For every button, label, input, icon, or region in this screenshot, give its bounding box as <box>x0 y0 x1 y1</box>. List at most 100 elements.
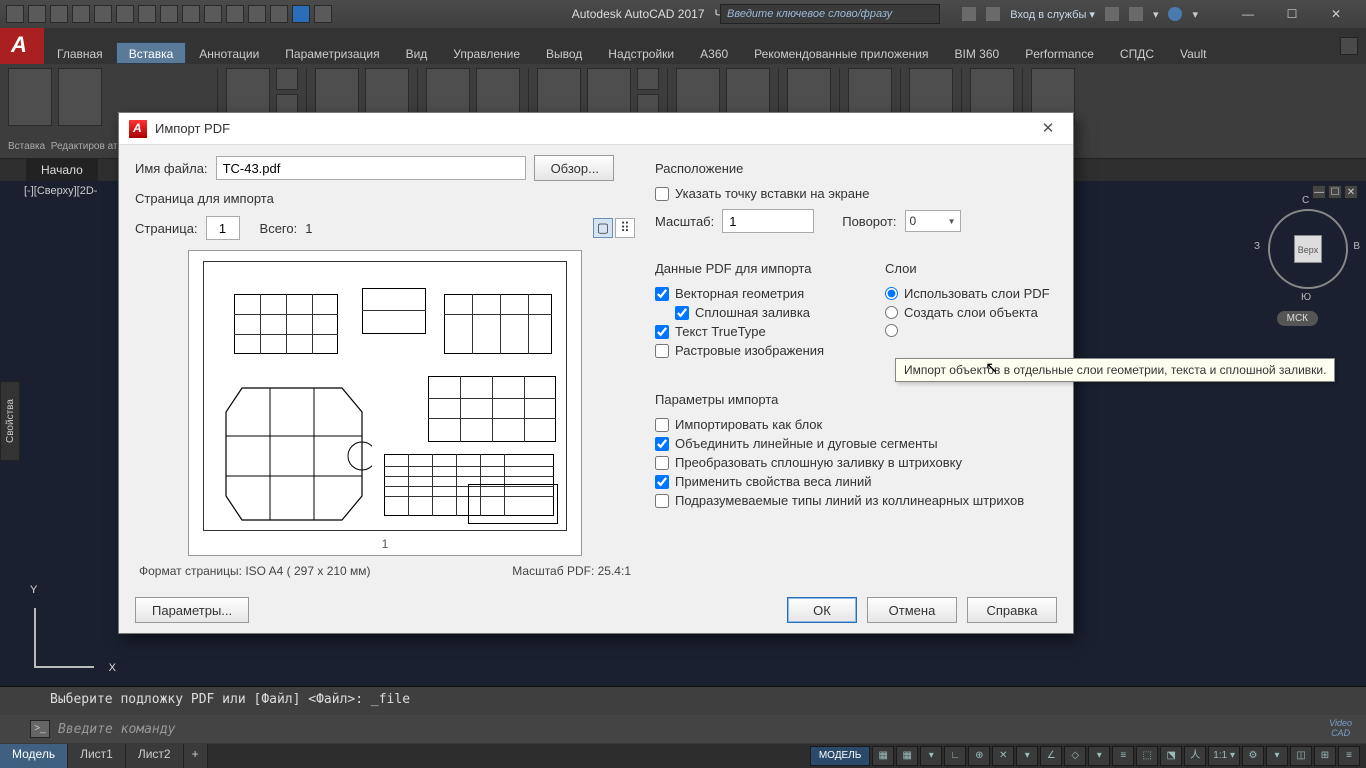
qat-icon[interactable] <box>160 5 178 23</box>
ribbon-tab[interactable]: Рекомендованные приложения <box>741 42 941 64</box>
properties-palette-tab[interactable]: Свойства <box>0 381 20 461</box>
raster-images-checkbox[interactable] <box>655 344 669 358</box>
qat-saveas-icon[interactable] <box>72 5 90 23</box>
ribbon-tab[interactable]: A360 <box>687 42 741 64</box>
status-icon[interactable]: ▾ <box>1266 746 1288 766</box>
qat-icon[interactable] <box>204 5 222 23</box>
command-input-placeholder[interactable]: Введите команду <box>58 722 175 737</box>
apply-lineweight-checkbox[interactable] <box>655 475 669 489</box>
status-icon[interactable]: ▾ <box>1016 746 1038 766</box>
ucs-button[interactable]: МСК <box>1277 311 1318 326</box>
qat-icon[interactable] <box>314 5 332 23</box>
help-search-input[interactable]: Введите ключевое слово/фразу <box>720 4 940 24</box>
join-segments-checkbox[interactable] <box>655 437 669 451</box>
status-icon[interactable]: ✕ <box>992 746 1014 766</box>
viewcube-west[interactable]: З <box>1254 241 1260 252</box>
qat-redo-icon[interactable] <box>138 5 156 23</box>
page-preview[interactable]: 1 <box>188 250 582 556</box>
viewcube-east[interactable]: В <box>1353 241 1360 252</box>
status-icon[interactable]: ▾ <box>1088 746 1110 766</box>
qat-icon[interactable] <box>182 5 200 23</box>
window-maximize-button[interactable]: ☐ <box>1270 4 1314 24</box>
ribbon-tab[interactable]: Надстройки <box>595 42 687 64</box>
status-icon[interactable]: ⊞ <box>1314 746 1336 766</box>
command-input-row[interactable]: >_ Введите команду <box>0 715 1366 743</box>
ribbon-tab[interactable]: Главная <box>44 42 116 64</box>
status-gear-icon[interactable]: ⚙ <box>1242 746 1264 766</box>
a360-cloud-icon[interactable] <box>1129 7 1143 21</box>
status-ortho-icon[interactable]: ∟ <box>944 746 966 766</box>
ribbon-tab[interactable]: Vault <box>1167 42 1219 64</box>
qat-icon[interactable] <box>248 5 266 23</box>
viewcube-north[interactable]: С <box>1302 195 1309 206</box>
use-pdf-layers-radio[interactable] <box>885 287 898 300</box>
status-osnap-icon[interactable]: ∠ <box>1040 746 1062 766</box>
status-menu-icon[interactable]: ≡ <box>1338 746 1360 766</box>
help-button[interactable]: Справка <box>967 597 1057 623</box>
window-minimize-button[interactable]: — <box>1226 4 1270 24</box>
browse-button[interactable]: Обзор... <box>534 155 614 181</box>
ribbon-edit-attrib-icon[interactable] <box>58 68 102 126</box>
ribbon-minimize-icon[interactable] <box>1340 37 1358 55</box>
ribbon-tab[interactable]: Параметризация <box>272 42 392 64</box>
exchange-icon[interactable] <box>1105 7 1119 21</box>
scale-input[interactable] <box>722 209 814 233</box>
layout-tab-model[interactable]: Модель <box>0 744 68 768</box>
qat-plot-icon[interactable] <box>94 5 112 23</box>
status-model-button[interactable]: МОДЕЛЬ <box>810 746 870 766</box>
status-grid-icon[interactable]: ▦ <box>872 746 894 766</box>
file-name-input[interactable] <box>216 156 526 180</box>
qat-icon[interactable] <box>226 5 244 23</box>
dialog-title-bar[interactable]: Импорт PDF ✕ <box>119 113 1073 145</box>
import-as-block-checkbox[interactable] <box>655 418 669 432</box>
cancel-button[interactable]: Отмена <box>867 597 957 623</box>
a360-icon[interactable] <box>962 7 976 21</box>
rotation-select[interactable]: 0▼ <box>905 210 961 232</box>
status-polar-icon[interactable]: ⊕ <box>968 746 990 766</box>
signin-link[interactable]: Вход в службы ▾ <box>1010 8 1095 21</box>
command-prompt-icon[interactable]: >_ <box>30 720 50 738</box>
qat-icon-active[interactable] <box>292 5 310 23</box>
file-tab-start[interactable]: Начало <box>26 159 98 181</box>
viewcube-south[interactable]: Ю <box>1301 292 1311 303</box>
ribbon-icon[interactable] <box>637 68 659 90</box>
dialog-close-button[interactable]: ✕ <box>1033 117 1063 141</box>
status-icon[interactable]: 人 <box>1184 746 1206 766</box>
ok-button[interactable]: ОК <box>787 597 857 623</box>
ribbon-tab[interactable]: Performance <box>1012 42 1107 64</box>
solid-fill-checkbox[interactable] <box>675 306 689 320</box>
truetype-text-checkbox[interactable] <box>655 325 669 339</box>
ribbon-icon[interactable] <box>276 68 298 90</box>
viewport-label[interactable]: [-][Сверху][2D- <box>24 185 97 197</box>
layout-tab-sheet1[interactable]: Лист1 <box>68 744 126 768</box>
page-input[interactable] <box>206 216 240 240</box>
status-lineweight-icon[interactable]: ≡ <box>1112 746 1134 766</box>
params-button[interactable]: Параметры... <box>135 597 249 623</box>
single-page-view-button[interactable]: ▢ <box>593 218 613 238</box>
qat-save-icon[interactable] <box>50 5 68 23</box>
ribbon-tab[interactable]: Вид <box>393 42 441 64</box>
ribbon-tab[interactable]: Управление <box>440 42 533 64</box>
qat-undo-icon[interactable] <box>116 5 134 23</box>
ribbon-tab[interactable]: Вставка <box>116 42 187 64</box>
qat-open-icon[interactable] <box>28 5 46 23</box>
infer-linetypes-checkbox[interactable] <box>655 494 669 508</box>
window-close-button[interactable]: ✕ <box>1314 4 1358 24</box>
app-menu-button[interactable] <box>0 28 44 64</box>
status-icon[interactable]: ◫ <box>1290 746 1312 766</box>
status-snap-icon[interactable]: ▦ <box>896 746 918 766</box>
specify-point-checkbox[interactable] <box>655 187 669 201</box>
ribbon-tab[interactable]: СПДС <box>1107 42 1167 64</box>
vector-geometry-checkbox[interactable] <box>655 287 669 301</box>
third-layer-radio[interactable] <box>885 324 898 337</box>
ribbon-insert-icon[interactable] <box>8 68 52 126</box>
status-icon[interactable]: ▾ <box>920 746 942 766</box>
help-icon[interactable] <box>1168 7 1182 21</box>
layout-tab-add[interactable]: + <box>184 744 208 768</box>
viewcube-top-face[interactable]: Верх <box>1294 235 1322 263</box>
convert-fill-to-hatch-checkbox[interactable] <box>655 456 669 470</box>
view-cube[interactable]: Верх С Ю З В <box>1268 209 1348 289</box>
layout-tab-sheet2[interactable]: Лист2 <box>126 744 184 768</box>
status-isodraft-icon[interactable]: ⬔ <box>1160 746 1182 766</box>
grid-view-button[interactable]: ⠿ <box>615 218 635 238</box>
